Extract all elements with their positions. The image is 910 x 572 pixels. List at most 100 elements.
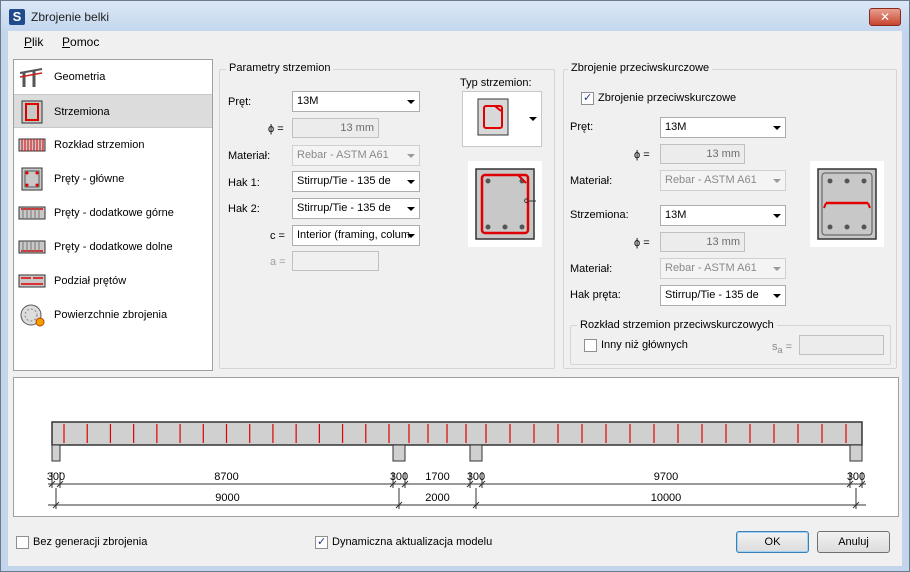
dimension-label: 2000 <box>425 492 449 504</box>
cancel-button[interactable]: Anuluj <box>817 531 890 553</box>
shear-material2-select: Rebar - ASTM A61 <box>660 258 786 279</box>
stirrup-section-image: c <box>475 168 536 240</box>
shear-checkbox-label: Zbrojenie przeciwskurczowe <box>598 92 737 104</box>
diameter-field: 13 mm <box>292 118 379 138</box>
no-generation-label: Bez generacji zbrojenia <box>33 536 148 548</box>
chevron-down-icon <box>529 117 537 121</box>
a-field <box>292 251 379 271</box>
beam-body <box>51 421 863 446</box>
shear-diameter-label: ϕ = <box>634 149 650 161</box>
diameter-label: ϕ = <box>268 123 284 135</box>
other-than-main-label: Inny niż głównych <box>601 339 688 351</box>
chevron-down-icon <box>773 126 781 130</box>
chevron-down-icon <box>773 214 781 218</box>
dialog-client: Plik Pomoc Geometria Strzemiona Rozkład … <box>8 31 902 566</box>
sa-label: sa = <box>772 341 793 356</box>
chevron-down-icon <box>773 179 781 183</box>
shear-diameter2-label: ϕ = <box>634 237 650 249</box>
dimension-label: 300 <box>47 471 65 483</box>
dimension-label: 9000 <box>215 492 239 504</box>
shear-hook-select[interactable]: Stirrup/Tie - 135 de <box>660 285 786 306</box>
hook2-select[interactable]: Stirrup/Tie - 135 de <box>292 198 420 219</box>
beam-support <box>849 444 863 462</box>
shear-section-preview <box>810 161 884 247</box>
material-select: Rebar - ASTM A61 <box>292 145 420 166</box>
no-generation-checkbox[interactable] <box>16 536 29 549</box>
geometry-icon <box>19 68 43 87</box>
hook1-label: Hak 1: <box>228 177 260 189</box>
shear-section-image <box>817 168 877 240</box>
menu-file[interactable]: Plik <box>24 35 43 49</box>
chevron-down-icon <box>773 267 781 271</box>
dimension-label: 9700 <box>654 471 678 483</box>
title-bar: S Zbrojenie belki ✕ <box>1 1 909 31</box>
menu-help[interactable]: Pomoc <box>62 35 99 49</box>
stirrup-type-icon <box>477 98 509 136</box>
shear-checkbox[interactable] <box>581 91 594 105</box>
dimension-label: 10000 <box>651 492 682 504</box>
a-label: a = <box>270 256 286 268</box>
nav-item-bottom-bars[interactable]: Pręty - dodatkowe dolne <box>14 230 212 264</box>
chevron-down-icon <box>407 180 415 184</box>
c-select[interactable]: Interior (framing, colum <box>292 225 420 246</box>
stirrup-distribution-icon <box>18 138 46 152</box>
beam-drawing: 300 8700 300 1700 300 9700 300 9000 2000 10000 <box>47 421 866 509</box>
sa-field <box>799 335 884 355</box>
dimension-label: 8700 <box>214 471 238 483</box>
nav-item-main-bars[interactable]: Pręty - główne <box>14 162 212 196</box>
shear-stirrups-label: Strzemiona: <box>570 209 629 221</box>
dimension-label: 300 <box>847 471 865 483</box>
hook2-label: Hak 2: <box>228 203 260 215</box>
main-bars-icon <box>21 167 43 191</box>
beam-preview-panel: 300 8700 300 1700 300 9700 300 9000 2000 10000 <box>13 377 899 517</box>
shear-distribution-title: Rozkład strzemion przeciwskurczowych <box>577 319 777 331</box>
chevron-down-icon <box>407 207 415 211</box>
shear-material-select: Rebar - ASTM A61 <box>660 170 786 191</box>
shear-hook-label: Hak pręta: <box>570 289 621 301</box>
svg-text:c: c <box>524 196 528 205</box>
stirrup-type-label: Typ strzemion: <box>460 77 532 89</box>
hook1-select[interactable]: Stirrup/Tie - 135 de <box>292 171 420 192</box>
close-button[interactable]: ✕ <box>869 8 901 26</box>
close-icon: ✕ <box>879 10 891 24</box>
shear-stirrups-select[interactable]: 13M <box>660 205 786 226</box>
chevron-down-icon <box>407 154 415 158</box>
shear-group-title: Zbrojenie przeciwskurczowe <box>568 62 713 74</box>
dimension-label: 300 <box>467 471 485 483</box>
chevron-down-icon <box>407 100 415 104</box>
stirrup-type-select[interactable] <box>462 91 542 147</box>
bar-select[interactable]: 13M <box>292 91 420 112</box>
nav-item-bar-split[interactable]: Podział prętów <box>14 264 212 298</box>
section-nav: Geometria Strzemiona Rozkład strzemion P… <box>13 59 213 371</box>
other-than-main-checkbox[interactable] <box>584 339 597 352</box>
chevron-down-icon <box>407 234 415 238</box>
menu-bar: Plik Pomoc <box>8 31 902 53</box>
c-label: c = <box>270 230 285 242</box>
ok-button[interactable]: OK <box>736 531 809 553</box>
shear-diameter-field: 13 mm <box>660 144 745 164</box>
dynamic-update-checkbox[interactable] <box>315 535 328 549</box>
shear-bar-select[interactable]: 13M <box>660 117 786 138</box>
dimension-label: 300 <box>390 471 408 483</box>
chevron-down-icon <box>773 294 781 298</box>
bar-split-icon <box>18 274 46 288</box>
stirrup-params-title: Parametry strzemion <box>226 62 334 74</box>
beam-support <box>51 444 61 462</box>
nav-item-stirrups[interactable]: Strzemiona <box>14 94 212 128</box>
nav-item-reinforcement-area[interactable]: Powierzchnie zbrojenia <box>14 298 212 332</box>
dialog-window: S Zbrojenie belki ✕ Plik Pomoc Geometria… <box>0 0 910 572</box>
shear-material2-label: Materiał: <box>570 263 613 275</box>
reinforcement-area-icon <box>20 304 45 327</box>
beam-support <box>392 444 406 462</box>
dynamic-update-label: Dynamiczna aktualizacja modelu <box>332 536 493 548</box>
beam-support <box>469 444 483 462</box>
nav-item-geometry[interactable]: Geometria <box>14 60 212 94</box>
window-title: Zbrojenie belki <box>31 10 110 24</box>
stirrups-icon <box>21 100 43 124</box>
nav-item-stirrup-distribution[interactable]: Rozkład strzemion <box>14 128 212 162</box>
material-label: Materiał: <box>228 150 271 162</box>
nav-item-top-bars[interactable]: Pręty - dodatkowe górne <box>14 196 212 230</box>
shear-bar-label: Pręt: <box>570 121 594 133</box>
bar-label: Pręt: <box>228 96 252 108</box>
dimension-label: 1700 <box>425 471 449 483</box>
